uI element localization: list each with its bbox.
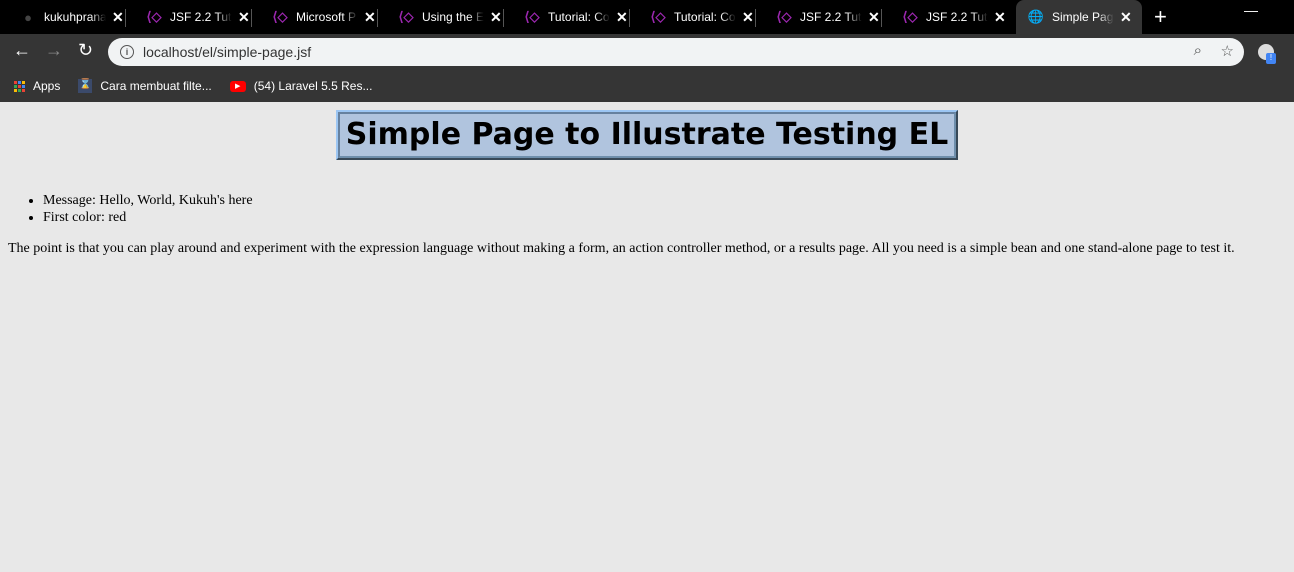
page-title: Simple Page to Illustrate Testing EL xyxy=(335,110,959,160)
tab-bar: ● kukuhprana ✕ ⟨◇ JSF 2.2 Tuto ✕ ⟨◇ Microsoft… xyxy=(0,0,1294,34)
list-item: Message: Hello, World, Kukuh's here xyxy=(43,192,1294,209)
bookmarks-bar: Apps ⌛ Cara membuat filte... ▶ (54) Larave… xyxy=(0,70,1294,102)
jsf-icon: ⟨◇ xyxy=(902,9,918,24)
close-tab-icon[interactable]: ✕ xyxy=(112,9,124,26)
close-tab-icon[interactable]: ✕ xyxy=(868,9,880,26)
tab[interactable]: ⟨◇ Using the E ✕ xyxy=(378,0,504,34)
tab[interactable]: ⟨◇ Microsoft P ✕ xyxy=(252,0,378,34)
minimize-button[interactable]: — xyxy=(1244,2,1258,18)
bookmark-item[interactable]: ▶ (54) Laravel 5.5 Res... xyxy=(229,79,372,93)
jsf-icon: ⟨◇ xyxy=(524,9,540,24)
close-tab-icon[interactable]: ✕ xyxy=(616,9,628,26)
jsf-icon: ⟨◇ xyxy=(776,9,792,24)
close-tab-icon[interactable]: ✕ xyxy=(364,9,376,26)
tab[interactable]: ⟨◇ JSF 2.2 Tuto ✕ xyxy=(756,0,882,34)
tab[interactable]: ⟨◇ Tutorial: Co ✕ xyxy=(630,0,756,34)
bookmark-site-icon: ⌛ xyxy=(78,79,93,93)
star-icon[interactable]: ☆ xyxy=(1221,42,1234,60)
description-paragraph: The point is that you can play around an… xyxy=(8,241,1235,256)
info-icon[interactable]: i xyxy=(120,45,134,59)
address-bar[interactable]: i localhost/el/simple-page.jsf ⌕ ☆ xyxy=(108,38,1244,66)
jsf-icon: ⟨◇ xyxy=(650,9,666,24)
value-list: Message: Hello, World, Kukuh's here Firs… xyxy=(43,192,1294,226)
tab[interactable]: ⟨◇ JSF 2.2 Tuto ✕ xyxy=(882,0,1008,34)
close-tab-icon[interactable]: ✕ xyxy=(238,9,250,26)
reload-icon[interactable]: ↻ xyxy=(78,40,93,61)
jsf-icon: ⟨◇ xyxy=(146,9,162,24)
page-content: Simple Page to Illustrate Testing EL Mes… xyxy=(0,102,1294,572)
youtube-icon: ▶ xyxy=(229,80,246,92)
tab[interactable]: ● kukuhprana ✕ xyxy=(0,0,126,34)
close-tab-icon[interactable]: ✕ xyxy=(1120,9,1132,26)
forward-icon[interactable]: → xyxy=(45,40,63,61)
tab-active[interactable]: 🌐 Simple Page ✕ xyxy=(1016,0,1142,34)
bookmark-item[interactable]: ⌛ Cara membuat filte... xyxy=(78,79,212,93)
github-icon: ● xyxy=(24,9,32,25)
globe-icon: 🌐 xyxy=(1027,9,1045,24)
list-item: First color: red xyxy=(43,209,1294,226)
tab[interactable]: ⟨◇ JSF 2.2 Tuto ✕ xyxy=(126,0,252,34)
zoom-icon[interactable]: ⌕ xyxy=(1194,42,1202,59)
back-icon[interactable]: ← xyxy=(13,40,31,61)
bookmark-apps[interactable]: Apps xyxy=(14,79,60,93)
close-tab-icon[interactable]: ✕ xyxy=(994,9,1006,26)
jsf-icon: ⟨◇ xyxy=(398,9,414,24)
toolbar: ← → ↻ i localhost/el/simple-page.jsf ⌕ ☆… xyxy=(0,34,1294,70)
close-tab-icon[interactable]: ✕ xyxy=(490,9,502,26)
close-tab-icon[interactable]: ✕ xyxy=(742,9,754,26)
tab[interactable]: ⟨◇ Tutorial: Co ✕ xyxy=(504,0,630,34)
extension-icon[interactable]: ! xyxy=(1258,44,1276,64)
new-tab-button[interactable]: + xyxy=(1154,4,1167,30)
url-text: localhost/el/simple-page.jsf xyxy=(143,44,312,60)
jsf-icon: ⟨◇ xyxy=(272,9,288,24)
apps-icon xyxy=(14,80,25,92)
